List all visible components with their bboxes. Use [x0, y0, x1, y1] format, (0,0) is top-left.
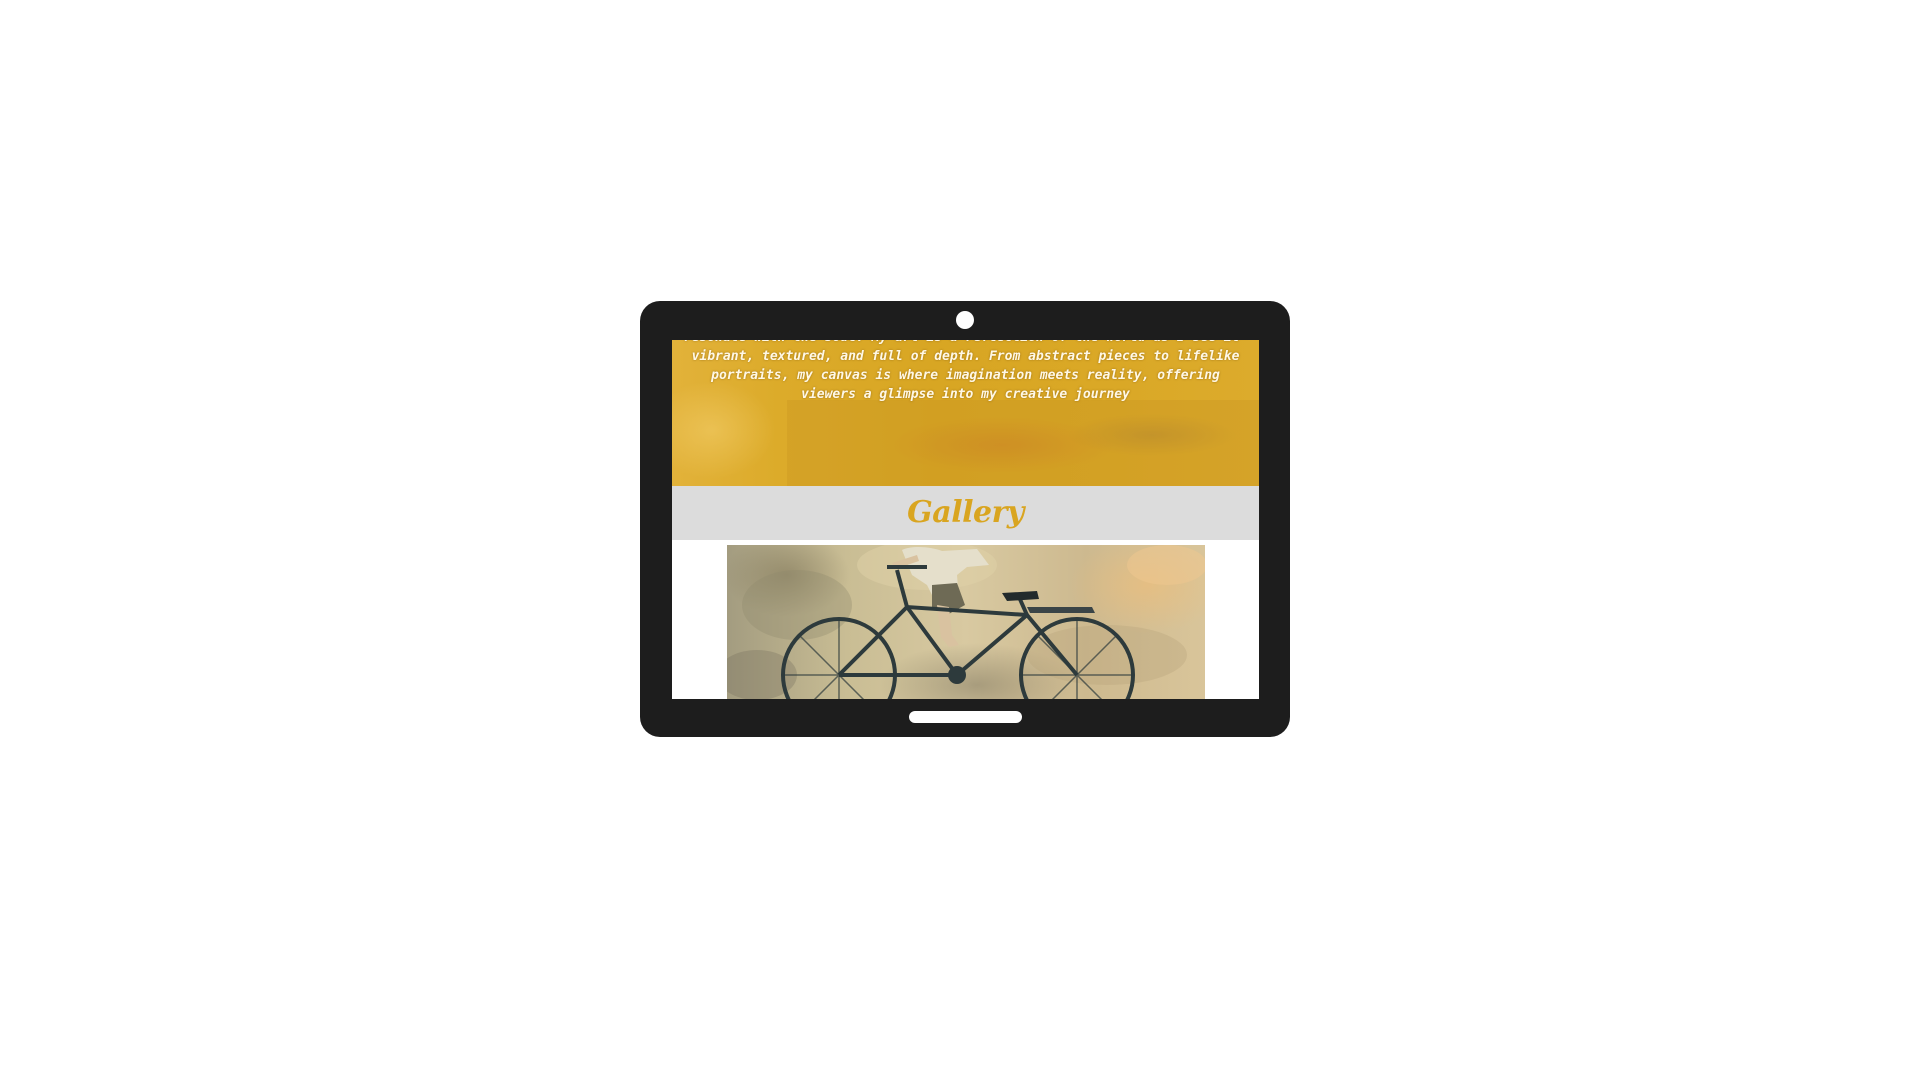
- hero-description: resonate with the soul. My art is a refl…: [684, 340, 1248, 402]
- gallery-header: Gallery: [672, 486, 1259, 540]
- gallery-image-bicycle-mural[interactable]: [727, 545, 1205, 699]
- gallery-section: [672, 540, 1259, 699]
- tablet-device-frame: resonate with the soul. My art is a refl…: [640, 301, 1290, 737]
- hero-texture: [787, 400, 1259, 486]
- home-button[interactable]: [909, 711, 1022, 723]
- page: resonate with the soul. My art is a refl…: [0, 0, 1920, 1080]
- device-screen[interactable]: resonate with the soul. My art is a refl…: [672, 340, 1259, 699]
- hero-banner: resonate with the soul. My art is a refl…: [672, 340, 1259, 486]
- camera-icon: [956, 311, 974, 329]
- bicycle-mural-illustration: [727, 545, 1205, 699]
- gallery-title: Gallery: [907, 495, 1024, 530]
